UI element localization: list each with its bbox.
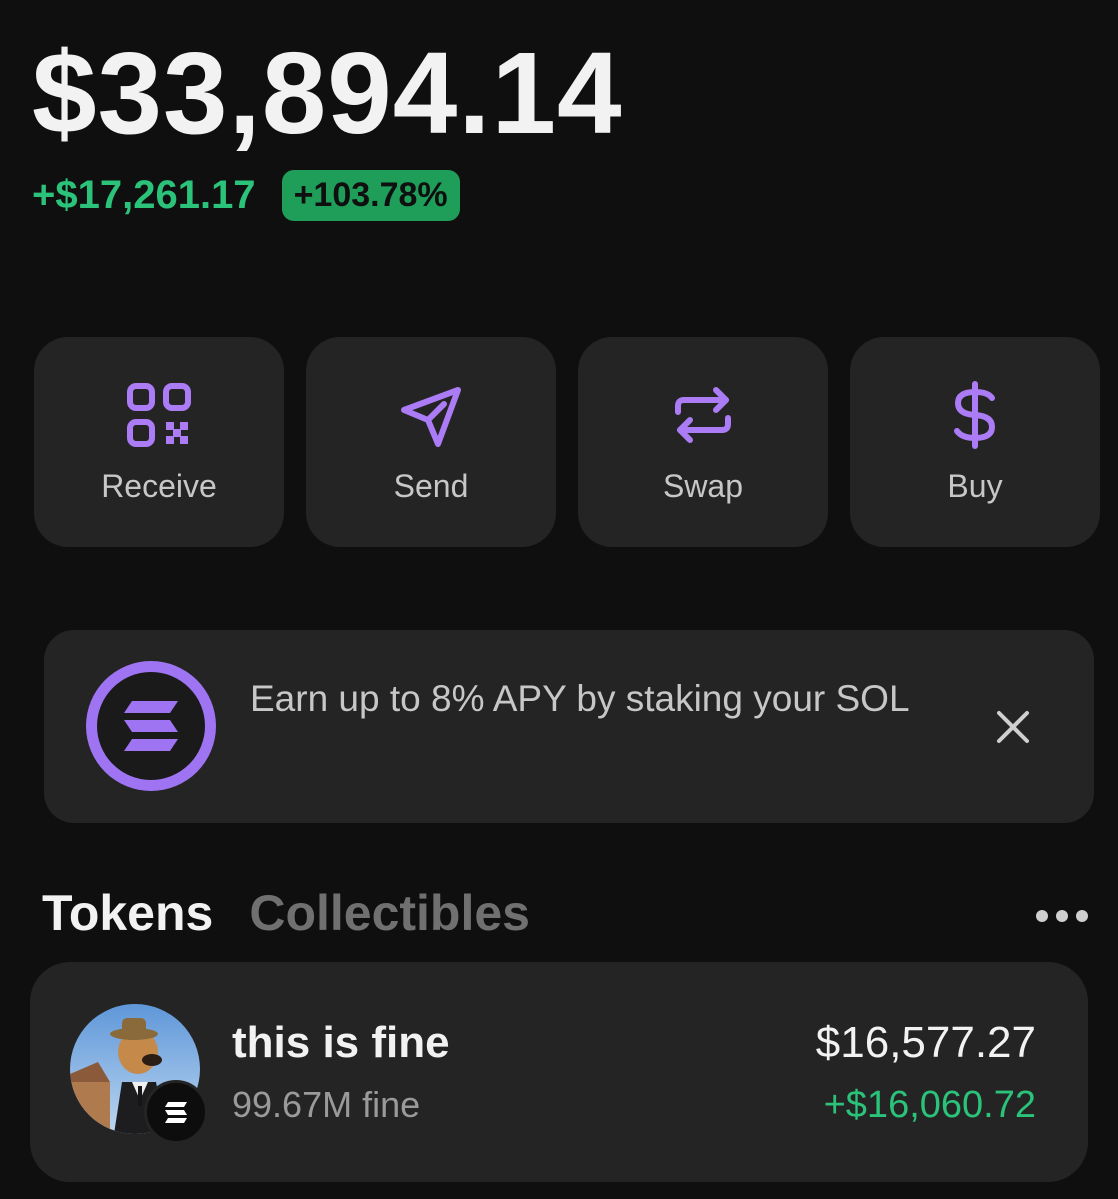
send-button[interactable]: Send: [306, 337, 556, 547]
qr-code-icon: [124, 380, 194, 450]
portfolio-balance: $33,894.14: [32, 28, 623, 158]
receive-label: Receive: [101, 467, 217, 504]
buy-label: Buy: [947, 467, 1003, 504]
tab-collectibles[interactable]: Collectibles: [249, 884, 530, 942]
solana-chain-badge-icon: [144, 1080, 208, 1144]
dollar-icon: [940, 380, 1010, 450]
more-options-icon[interactable]: [1036, 898, 1088, 934]
tab-tokens[interactable]: Tokens: [42, 884, 213, 942]
portfolio-change-amount: +$17,261.17: [32, 173, 256, 217]
buy-button[interactable]: Buy: [850, 337, 1100, 547]
send-icon: [396, 380, 466, 450]
portfolio-change-percent-badge: +103.78%: [281, 170, 460, 221]
action-buttons: Receive Send Swap Buy: [34, 337, 1100, 547]
receive-button[interactable]: Receive: [34, 337, 284, 547]
token-value: $16,577.27: [815, 1018, 1036, 1067]
swap-icon: [668, 380, 738, 450]
staking-promo-card[interactable]: Earn up to 8% APY by staking your SOL: [44, 630, 1094, 823]
portfolio-change-row: +$17,261.17 +103.78%: [32, 170, 460, 221]
token-change: +$16,060.72: [823, 1084, 1036, 1126]
promo-text: Earn up to 8% APY by staking your SOL: [250, 678, 910, 719]
send-label: Send: [393, 467, 469, 504]
asset-tabs: Tokens Collectibles: [42, 884, 530, 942]
token-row[interactable]: this is fine 99.67M fine $16,577.27 +$16…: [30, 962, 1088, 1182]
solana-logo-icon: [86, 661, 216, 791]
close-icon[interactable]: [994, 708, 1032, 746]
token-balance: 99.67M fine: [232, 1084, 421, 1125]
swap-label: Swap: [662, 467, 744, 504]
swap-button[interactable]: Swap: [578, 337, 828, 547]
token-name: this is fine: [232, 1018, 450, 1067]
